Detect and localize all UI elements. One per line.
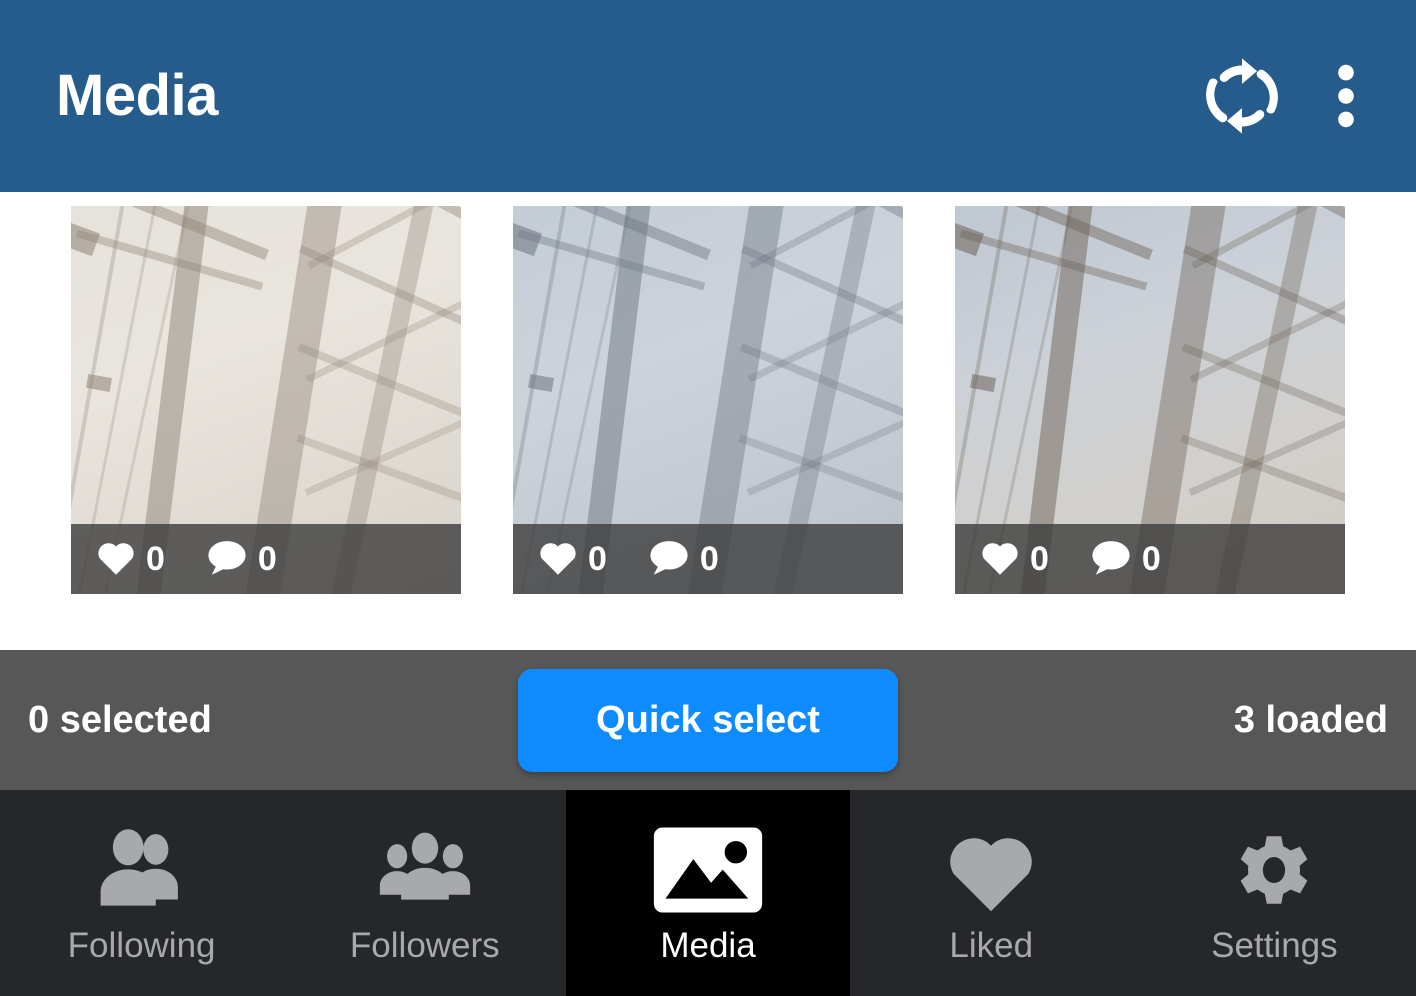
more-vertical-icon — [1337, 60, 1355, 132]
comment-stat: 0 — [647, 538, 719, 581]
comment-count: 0 — [1141, 540, 1161, 578]
overflow-menu-button[interactable] — [1314, 50, 1378, 142]
heart-icon — [943, 822, 1039, 918]
media-tile[interactable]: 0 0 — [71, 206, 461, 594]
like-count: 0 — [588, 540, 607, 578]
nav-label-following: Following — [67, 926, 216, 965]
two-people-icon — [96, 822, 188, 918]
like-count: 0 — [146, 540, 165, 578]
media-tile[interactable]: 0 0 — [513, 206, 903, 594]
refresh-sync-icon — [1199, 53, 1285, 139]
nav-label-media: Media — [660, 926, 756, 965]
nav-item-settings[interactable]: Settings — [1133, 790, 1416, 996]
comment-bubble-icon — [647, 538, 691, 581]
comment-stat: 0 — [205, 538, 277, 581]
comment-count: 0 — [699, 540, 719, 578]
loaded-count-label: 3 loaded — [1233, 699, 1388, 741]
selected-count-label: 0 selected — [28, 699, 212, 741]
gear-icon — [1226, 822, 1322, 918]
nav-label-settings: Settings — [1211, 926, 1338, 965]
nav-label-liked: Liked — [949, 926, 1034, 965]
nav-item-liked[interactable]: Liked — [850, 790, 1133, 996]
refresh-button[interactable] — [1196, 50, 1288, 142]
image-picture-icon — [650, 822, 766, 918]
selection-action-bar: 0 selected Quick select 3 loaded — [0, 650, 1416, 790]
heart-icon — [979, 538, 1021, 581]
media-tile[interactable]: 0 0 — [955, 206, 1345, 594]
comment-stat: 0 — [1089, 538, 1161, 581]
nav-label-followers: Followers — [349, 926, 500, 965]
media-screen: Media 0 0 0 0 0 0 0 selected Quick selec… — [0, 0, 1416, 996]
app-bar: Media — [0, 0, 1416, 192]
media-tile-stats: 0 0 — [71, 524, 461, 594]
media-grid: 0 0 0 0 0 0 — [0, 206, 1416, 594]
page-title: Media — [56, 63, 218, 128]
media-tile-stats: 0 0 — [513, 524, 903, 594]
media-grid-area: 0 0 0 0 0 0 — [0, 192, 1416, 650]
like-count: 0 — [1030, 540, 1049, 578]
like-stat: 0 — [95, 538, 165, 581]
like-stat: 0 — [979, 538, 1049, 581]
nav-item-followers[interactable]: Followers — [283, 790, 566, 996]
heart-icon — [95, 538, 137, 581]
bottom-navigation: Following Followers Media Liked Settings — [0, 790, 1416, 996]
nav-item-following[interactable]: Following — [0, 790, 283, 996]
heart-icon — [537, 538, 579, 581]
group-people-icon — [379, 822, 471, 918]
nav-item-media[interactable]: Media — [566, 790, 850, 996]
app-bar-actions — [1196, 50, 1378, 142]
comment-count: 0 — [257, 540, 277, 578]
quick-select-button[interactable]: Quick select — [518, 668, 898, 772]
like-stat: 0 — [537, 538, 607, 581]
media-tile-stats: 0 0 — [955, 524, 1345, 594]
comment-bubble-icon — [205, 538, 249, 581]
comment-bubble-icon — [1089, 538, 1133, 581]
